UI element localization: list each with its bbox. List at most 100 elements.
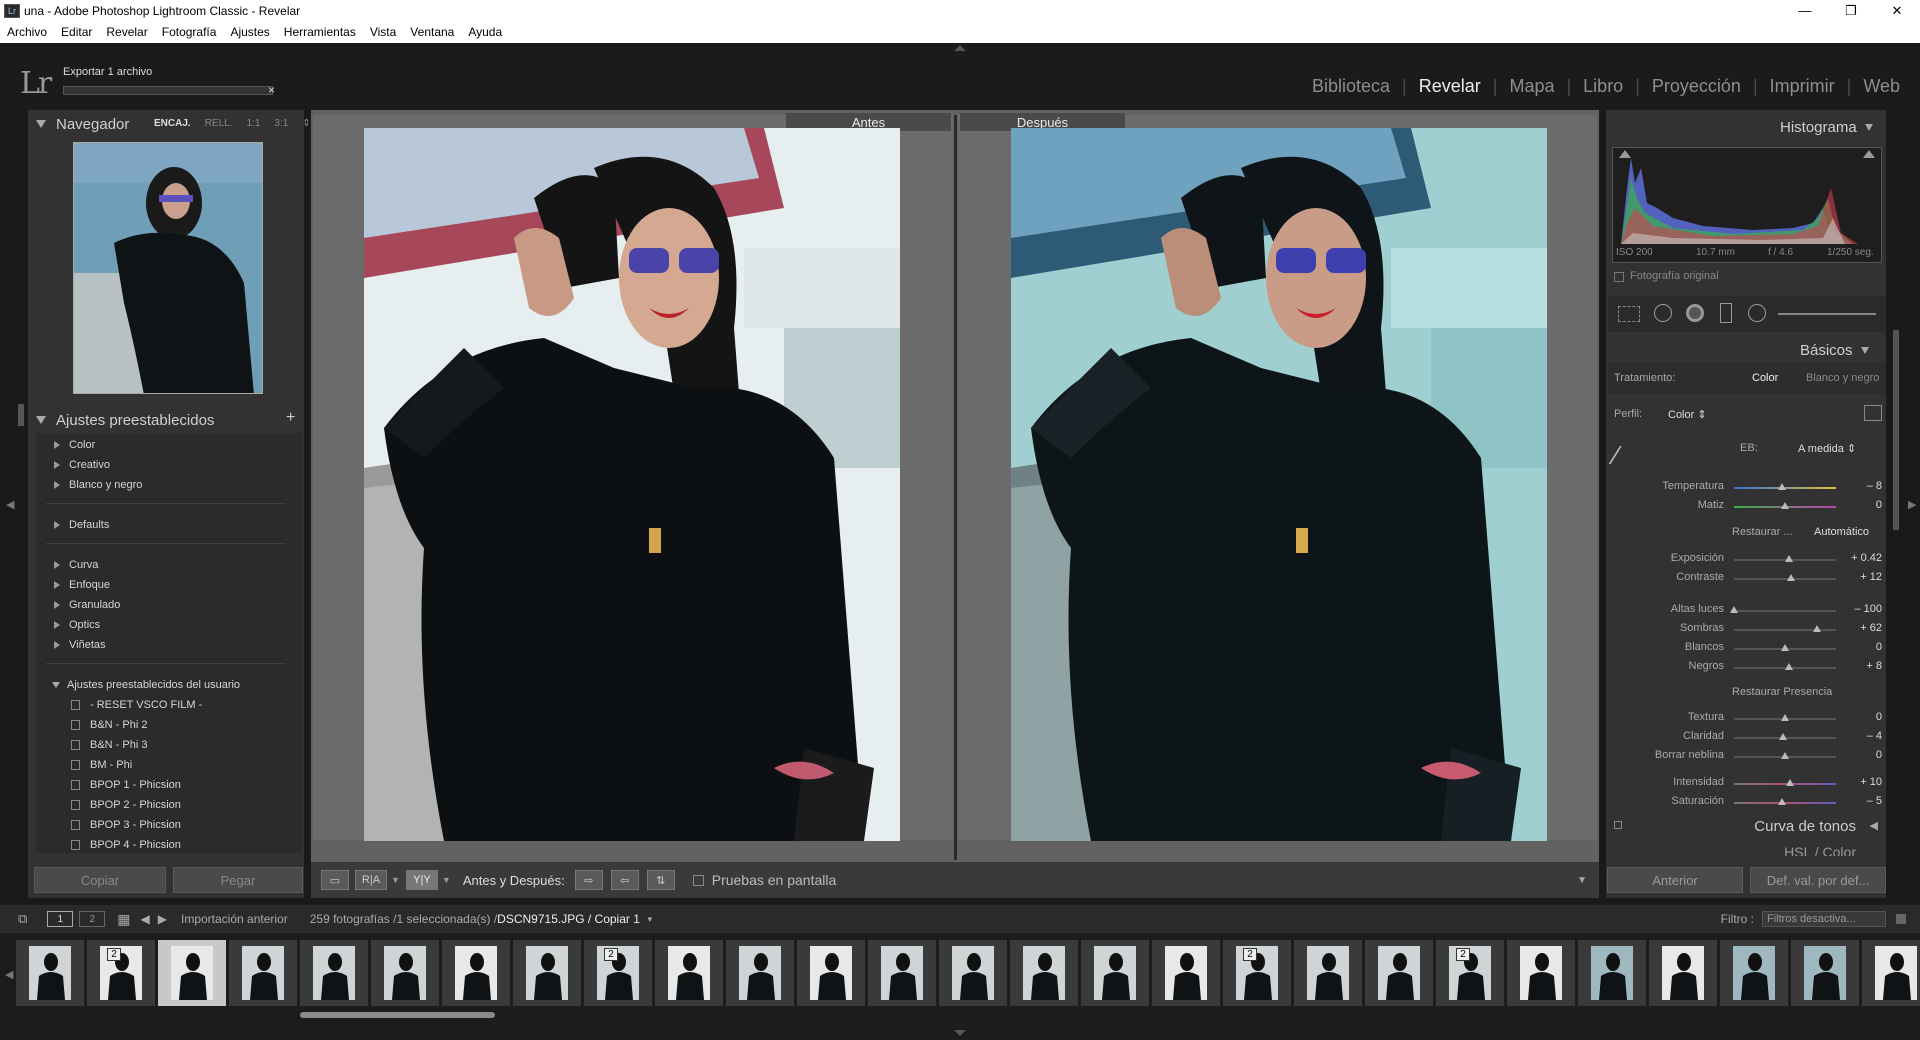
- module-biblioteca[interactable]: Biblioteca: [1300, 76, 1402, 97]
- slider-value[interactable]: 0: [1846, 711, 1882, 723]
- module-proyeccion[interactable]: Proyección: [1640, 76, 1753, 97]
- filmstrip-thumbnail[interactable]: [16, 940, 84, 1006]
- slider-handle[interactable]: [1781, 752, 1789, 759]
- wb-select[interactable]: A medida ⇕: [1798, 442, 1856, 455]
- preset-group-color[interactable]: Color: [54, 437, 95, 453]
- module-libro[interactable]: Libro: [1571, 76, 1635, 97]
- hsl-header[interactable]: HSL / Color: [1608, 842, 1886, 856]
- slider-handle[interactable]: [1785, 663, 1793, 670]
- filmstrip-thumbnail[interactable]: [371, 940, 439, 1006]
- close-icon[interactable]: ✕: [1874, 0, 1920, 21]
- filmstrip-thumbnail[interactable]: [229, 940, 297, 1006]
- filmstrip-thumbnail[interactable]: [726, 940, 794, 1006]
- profile-browser-icon[interactable]: [1864, 405, 1882, 421]
- spot-removal-icon[interactable]: [1654, 304, 1672, 322]
- slider-value[interactable]: – 8: [1846, 480, 1882, 492]
- preset-group-bw[interactable]: Blanco y negro: [54, 477, 142, 493]
- swap-before-after-icon[interactable]: ⇅: [646, 870, 675, 890]
- preset-item[interactable]: B&N - Phi 3: [71, 737, 147, 753]
- preset-group-optics[interactable]: Optics: [54, 617, 100, 633]
- module-web[interactable]: Web: [1851, 76, 1912, 97]
- previous-button[interactable]: Anterior: [1607, 867, 1743, 893]
- menu-archivo[interactable]: Archivo: [0, 25, 54, 39]
- stack-badge[interactable]: 2: [107, 948, 121, 961]
- bottom-panel-toggle-icon[interactable]: [954, 1030, 966, 1036]
- forward-arrow-icon[interactable]: ▶: [158, 912, 167, 926]
- filter-lock-icon[interactable]: [1896, 914, 1906, 924]
- slider-handle[interactable]: [1785, 555, 1793, 562]
- slider-value[interactable]: + 10: [1846, 776, 1882, 788]
- preset-item[interactable]: BPOP 3 - Phicsion: [71, 817, 181, 833]
- chevron-down-icon[interactable]: ▼: [442, 875, 451, 885]
- zoom-stepper-icon[interactable]: ⇕: [302, 118, 310, 129]
- paste-button[interactable]: Pegar: [173, 867, 303, 893]
- preset-item[interactable]: BPOP 2 - Phicsion: [71, 797, 181, 813]
- slider-track[interactable]: [1734, 578, 1836, 580]
- navigator-preview[interactable]: [73, 142, 263, 394]
- menu-herramientas[interactable]: Herramientas: [277, 25, 363, 39]
- before-photo[interactable]: [364, 128, 900, 841]
- red-eye-icon[interactable]: [1686, 304, 1704, 322]
- stack-badge[interactable]: 2: [604, 948, 618, 961]
- basics-header[interactable]: Básicos: [1800, 339, 1869, 361]
- slider-value[interactable]: 0: [1846, 749, 1882, 761]
- preset-group-curva[interactable]: Curva: [54, 557, 98, 573]
- back-arrow-icon[interactable]: ◀: [141, 912, 150, 926]
- histogram[interactable]: [1612, 147, 1882, 263]
- slider-value[interactable]: – 5: [1846, 795, 1882, 807]
- preset-item[interactable]: BPOP 1 - Phicsion: [71, 777, 181, 793]
- filmstrip-thumbnail[interactable]: [1791, 940, 1859, 1006]
- slider-value[interactable]: + 62: [1846, 622, 1882, 634]
- secondary-display-icon[interactable]: ⧉: [18, 911, 27, 927]
- slider-handle[interactable]: [1779, 733, 1787, 740]
- copy-after-to-before-icon[interactable]: ⇦: [610, 870, 639, 890]
- before-after-lr-button[interactable]: R|A: [355, 870, 387, 890]
- module-mapa[interactable]: Mapa: [1497, 76, 1566, 97]
- slider-value[interactable]: 0: [1846, 641, 1882, 653]
- expand-icon[interactable]: ◀: [1870, 819, 1878, 832]
- tone-curve-toggle[interactable]: [1614, 821, 1622, 829]
- filmstrip-thumbnail[interactable]: [442, 940, 510, 1006]
- menu-editar[interactable]: Editar: [54, 25, 99, 39]
- preset-item[interactable]: - RESET VSCO FILM -: [71, 697, 202, 713]
- slider-value[interactable]: 0: [1846, 499, 1882, 511]
- zoom-fit[interactable]: ENCAJ.: [154, 118, 191, 129]
- filmstrip-thumbnail[interactable]: [797, 940, 865, 1006]
- preset-group-enfoque[interactable]: Enfoque: [54, 577, 110, 593]
- preset-group-user[interactable]: Ajustes preestablecidos del usuario: [52, 677, 240, 693]
- zoom-1-1[interactable]: 1:1: [246, 118, 260, 129]
- slider-handle[interactable]: [1786, 779, 1794, 786]
- module-revelar[interactable]: Revelar: [1407, 76, 1493, 97]
- slider-value[interactable]: – 100: [1846, 603, 1882, 615]
- slider-handle[interactable]: [1778, 798, 1786, 805]
- zoom-fill[interactable]: RELL.: [205, 118, 233, 129]
- chevron-down-icon[interactable]: ▼: [646, 915, 654, 924]
- stack-badge[interactable]: 2: [1243, 948, 1257, 961]
- filmstrip-thumbnail[interactable]: [939, 940, 1007, 1006]
- slider-handle[interactable]: [1781, 714, 1789, 721]
- left-scrollbar[interactable]: [18, 404, 24, 426]
- tone-curve-header[interactable]: Curva de tonos ◀: [1608, 812, 1886, 840]
- slider-handle[interactable]: [1730, 606, 1738, 613]
- filmstrip-thumbnail[interactable]: [1862, 940, 1920, 1006]
- auto-tone-button[interactable]: Automático: [1814, 526, 1869, 538]
- slider-handle[interactable]: [1778, 483, 1786, 490]
- toolbar-menu-icon[interactable]: ▼: [1577, 875, 1587, 886]
- filmstrip-thumbnail[interactable]: [1010, 940, 1078, 1006]
- source-label[interactable]: Importación anterior: [181, 912, 288, 926]
- display-2-button[interactable]: 2: [79, 911, 106, 927]
- slider-handle[interactable]: [1781, 502, 1789, 509]
- filter-select[interactable]: Filtros desactiva...: [1762, 911, 1886, 927]
- treatment-color[interactable]: Color: [1752, 372, 1778, 384]
- preset-group-creativo[interactable]: Creativo: [54, 457, 110, 473]
- filmstrip-thumbnail[interactable]: 2: [1436, 940, 1504, 1006]
- filmstrip-thumbnail[interactable]: [1081, 940, 1149, 1006]
- filmstrip-thumbnail[interactable]: [513, 940, 581, 1006]
- original-photo-checkbox[interactable]: [1614, 272, 1624, 282]
- slider-handle[interactable]: [1813, 625, 1821, 632]
- filmstrip-thumbnail[interactable]: [868, 940, 936, 1006]
- softproof-checkbox[interactable]: [692, 874, 704, 886]
- filmstrip-thumbnail[interactable]: 2: [87, 940, 155, 1006]
- maximize-icon[interactable]: ❐: [1828, 0, 1874, 21]
- module-imprimir[interactable]: Imprimir: [1758, 76, 1847, 97]
